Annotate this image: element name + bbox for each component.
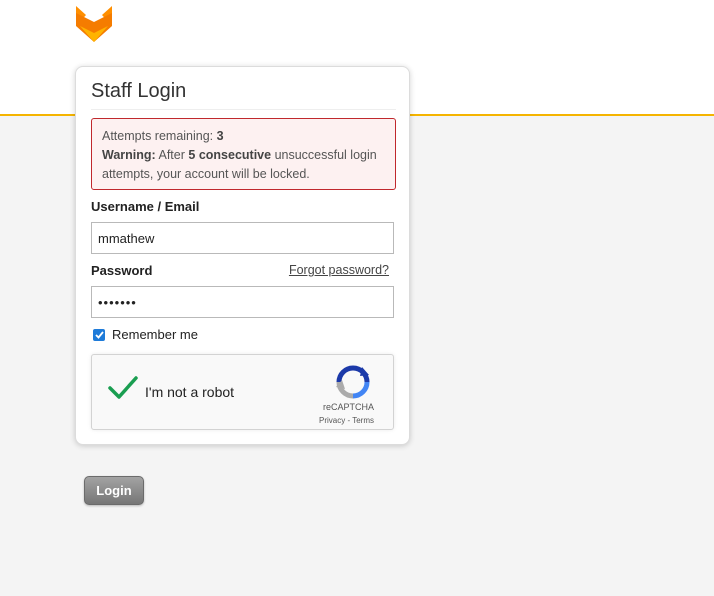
recaptcha-privacy-link[interactable]: Privacy xyxy=(319,416,345,425)
remember-me-label: Remember me xyxy=(112,327,198,342)
password-input[interactable] xyxy=(91,286,394,318)
title-divider xyxy=(91,109,396,110)
remember-me-checkbox[interactable] xyxy=(93,328,105,341)
recaptcha-links-separator: - xyxy=(347,416,351,425)
not-a-robot-label: I'm not a robot xyxy=(145,384,235,400)
password-label: Password xyxy=(91,263,153,278)
forgot-password-link[interactable]: Forgot password? xyxy=(289,263,389,277)
page-title: Staff Login xyxy=(91,80,187,102)
remember-me[interactable]: Remember me xyxy=(93,327,198,342)
fox-logo-icon xyxy=(76,6,112,42)
login-button[interactable]: Login xyxy=(84,476,144,505)
checkmark-icon xyxy=(94,330,104,339)
attempts-value: 3 xyxy=(216,129,224,143)
recaptcha-terms-link[interactable]: Terms xyxy=(352,416,374,425)
green-checkmark-icon[interactable] xyxy=(108,375,138,401)
attempts-label: Attempts remaining: xyxy=(102,129,214,143)
attempts-warning-alert: Attempts remaining: 3 Warning: After 5 c… xyxy=(91,118,396,190)
warning-label: Warning: xyxy=(102,148,156,162)
recaptcha-links: Privacy - Terms xyxy=(92,416,374,425)
username-input[interactable] xyxy=(91,222,394,254)
recaptcha-brand: reCAPTCHA xyxy=(322,402,374,412)
username-label: Username / Email xyxy=(91,199,200,214)
warning-strong: 5 consecutive xyxy=(188,148,272,162)
warning-pre: After xyxy=(158,148,185,162)
recaptcha-widget[interactable]: I'm not a robot reCAPTCHA Privacy - Term… xyxy=(91,354,394,430)
staff-login-card: Staff Login Attempts remaining: 3 Warnin… xyxy=(75,66,410,445)
attempts-remaining-line: Attempts remaining: 3 xyxy=(102,127,385,146)
warning-text: Warning: After 5 consecutive unsuccessfu… xyxy=(102,146,385,184)
recaptcha-logo-icon xyxy=(336,365,370,399)
